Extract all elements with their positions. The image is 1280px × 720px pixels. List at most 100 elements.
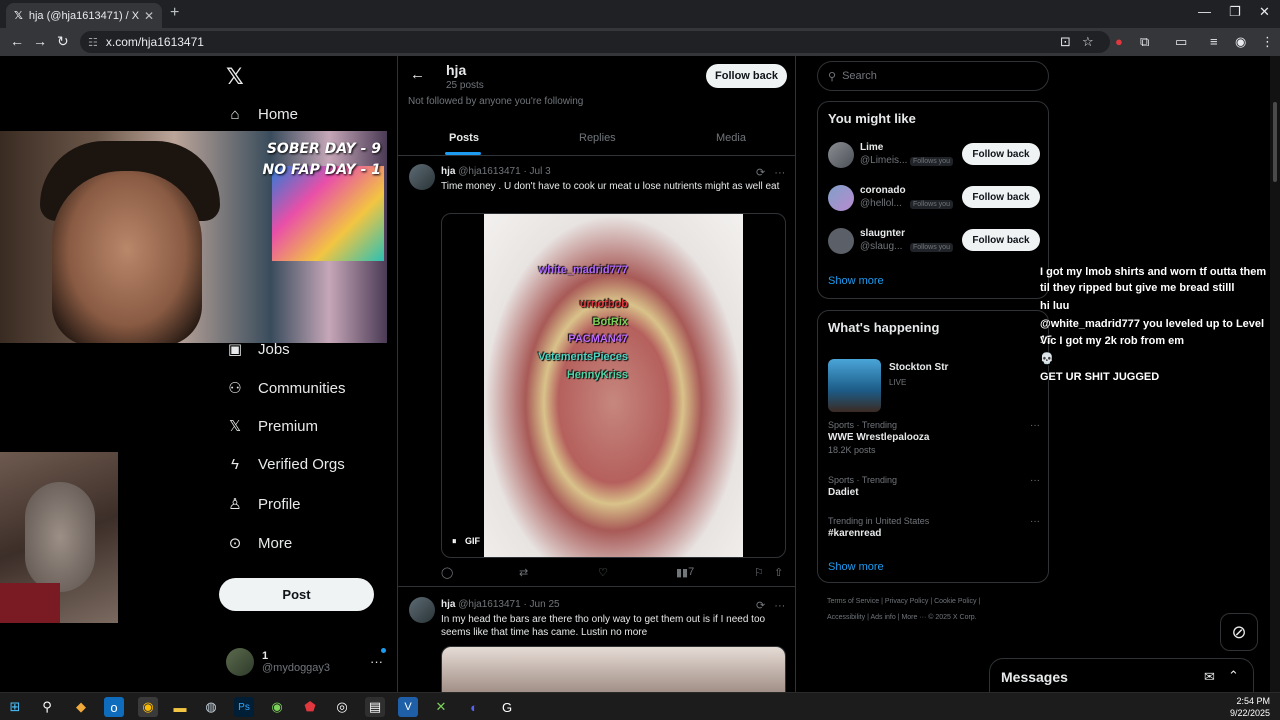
nav-more-label: More <box>258 534 293 552</box>
suggested-user-name: slaugnter <box>860 228 906 239</box>
trend-more-icon[interactable]: ··· <box>1030 516 1040 527</box>
suggested-user[interactable]: slaugnter @slaug... Follows you Follow b… <box>828 226 1040 256</box>
media-icon[interactable]: ≡ <box>1210 34 1218 49</box>
new-tab-icon[interactable]: + <box>170 4 179 22</box>
x-page: 𝕏 ⌂ Home ▣ Jobs ⚇ Communities 𝕏 Premium … <box>0 56 1280 692</box>
trend-more-icon[interactable]: ··· <box>1030 475 1040 486</box>
account-more-icon[interactable]: ··· <box>370 654 383 669</box>
trend-item[interactable]: Sports · Trending WWE Wrestlepalooza 18.… <box>828 420 1040 455</box>
reply-icon[interactable]: ◯ <box>441 566 453 579</box>
post-button[interactable]: Post <box>219 578 374 611</box>
grok-icon[interactable]: ⊘ <box>1220 613 1258 651</box>
show-more-link[interactable]: Show more <box>828 275 884 287</box>
copilot-icon[interactable]: ◆ <box>71 697 91 717</box>
suggested-user[interactable]: coronado @hellol... Follows you Follow b… <box>828 183 1040 213</box>
new-message-icon[interactable]: ✉ <box>1204 669 1215 685</box>
live-thumbnail[interactable] <box>828 359 881 412</box>
grok-app-icon[interactable]: G <box>497 697 517 717</box>
back-icon[interactable]: ← <box>10 33 24 49</box>
tab-media[interactable]: Media <box>716 132 746 144</box>
extensions-icon[interactable]: ⧉ <box>1140 34 1149 50</box>
bookmark-icon[interactable]: ⚐ <box>754 566 764 579</box>
nav-profile[interactable]: ♙ Profile <box>226 495 301 514</box>
tab-posts[interactable]: Posts <box>449 132 479 144</box>
minimize-icon[interactable]: — <box>1198 4 1211 19</box>
tweet-more-icon[interactable]: ··· <box>774 167 785 179</box>
photoshop-icon[interactable]: Ps <box>234 697 254 717</box>
site-info-icon[interactable]: ☷ <box>88 36 98 49</box>
tab-replies[interactable]: Replies <box>579 132 616 144</box>
vegas-icon[interactable]: V <box>398 697 418 717</box>
views-icon[interactable]: ▮▮ 7 <box>676 566 694 579</box>
follow-back-button[interactable]: Follow back <box>962 229 1040 251</box>
chat-text: I got my lmob shirts and worn tf outta t… <box>1040 266 1267 294</box>
pause-icon[interactable]: ⏸ <box>452 536 457 546</box>
nav-home[interactable]: ⌂ Home <box>226 106 298 123</box>
store-icon[interactable]: ▤ <box>365 697 385 717</box>
shield-app-icon[interactable]: ⬟ <box>300 697 320 717</box>
trend-item[interactable]: Trending in United States #karenread ··· <box>828 516 1040 539</box>
forward-icon[interactable]: → <box>33 33 47 49</box>
file-explorer-icon[interactable]: ▬ <box>170 697 190 717</box>
nav-communities[interactable]: ⚇ Communities <box>226 379 345 398</box>
menu-icon[interactable]: ⋮ <box>1261 34 1274 50</box>
nvidia-icon[interactable]: ◉ <box>267 697 287 717</box>
close-tab-icon[interactable]: ✕ <box>144 9 154 23</box>
x-logo-icon[interactable]: 𝕏 <box>226 64 244 90</box>
browser-tab-bar: 𝕏 hja (@hja1613471) / X ✕ + — ❐ ✕ <box>0 0 1280 28</box>
system-clock[interactable]: 2:54 PM 9/22/2025 <box>1230 695 1270 719</box>
suggested-user[interactable]: Lime @Limeis... Follows you Follow back <box>828 140 1040 170</box>
extension-icon[interactable]: ● <box>1115 34 1123 49</box>
gif-badge[interactable]: ⏸ GIF <box>452 536 480 547</box>
grok-icon[interactable]: ⟳ <box>756 600 765 612</box>
trend-more-icon[interactable]: ··· <box>1030 420 1040 431</box>
no-fap-day-text: NO FAP DAY - 1 <box>262 162 381 178</box>
tweet-more-icon[interactable]: ··· <box>774 600 785 612</box>
live-title[interactable]: Stockton Str <box>889 362 948 373</box>
obs-icon[interactable]: ◎ <box>332 697 352 717</box>
share-icon[interactable]: ⇧ <box>774 566 783 579</box>
trend-count: 18.2K posts <box>828 445 876 455</box>
profile-avatar-icon[interactable]: ◉ <box>1235 34 1246 50</box>
tweet-media-image[interactable] <box>441 646 786 692</box>
follow-back-button[interactable]: Follow back <box>706 64 787 88</box>
account-switcher[interactable]: 1 @mydoggay3 ··· <box>226 648 386 676</box>
search-icon[interactable]: ⚲ <box>37 697 57 717</box>
reload-icon[interactable]: ↻ <box>57 33 69 50</box>
suggested-user-handle: @slaug... <box>860 241 903 252</box>
restore-icon[interactable]: ❐ <box>1229 4 1241 20</box>
url-bar[interactable]: ☷ x.com/hja1613471 <box>80 31 1110 53</box>
chrome-icon[interactable]: ◉ <box>138 697 158 717</box>
outlook-icon[interactable]: o <box>104 697 124 717</box>
messages-drawer[interactable]: Messages ✉ ⌃ <box>989 658 1254 692</box>
back-arrow-icon[interactable]: ← <box>410 66 425 83</box>
bookmark-star-icon[interactable]: ☆ <box>1082 34 1094 50</box>
discord-icon[interactable]: ◐ <box>464 697 484 717</box>
footer-links-2[interactable]: Accessibility | Ads info | More ··· © 20… <box>827 614 977 621</box>
follow-back-button[interactable]: Follow back <box>962 143 1040 165</box>
nav-more[interactable]: ⊙ More <box>226 534 293 553</box>
search-input[interactable]: ⚲ Search <box>817 61 1049 91</box>
sidebar-icon[interactable]: ▭ <box>1175 34 1187 50</box>
scrollbar-thumb[interactable] <box>1273 102 1277 182</box>
xbox-icon[interactable]: ✕ <box>431 697 451 717</box>
window-close-icon[interactable]: ✕ <box>1259 4 1270 20</box>
windows-start-icon[interactable]: ⊞ <box>5 697 25 717</box>
follow-back-button[interactable]: Follow back <box>962 186 1040 208</box>
expand-icon[interactable]: ⌃ <box>1228 668 1239 684</box>
nav-premium[interactable]: 𝕏 Premium <box>226 417 318 436</box>
like-icon[interactable]: ♡ <box>598 566 608 579</box>
grok-icon[interactable]: ⟳ <box>756 167 765 179</box>
nav-verified-orgs[interactable]: ϟ Verified Orgs <box>226 456 345 473</box>
trend-item[interactable]: Sports · Trending Dadiet ··· <box>828 475 1040 498</box>
install-icon[interactable]: ⊡ <box>1060 34 1071 50</box>
browser-tab[interactable]: 𝕏 hja (@hja1613471) / X ✕ <box>6 3 162 28</box>
steam-icon[interactable]: ◍ <box>201 697 221 717</box>
show-more-link[interactable]: Show more <box>828 561 884 573</box>
nav-home-label: Home <box>258 106 299 123</box>
page-scrollbar[interactable] <box>1270 56 1280 692</box>
nav-profile-label: Profile <box>258 495 301 513</box>
footer-links[interactable]: Terms of Service | Privacy Policy | Cook… <box>827 598 980 605</box>
gif-label: GIF <box>465 536 481 546</box>
retweet-icon[interactable]: ⇄ <box>519 566 528 579</box>
